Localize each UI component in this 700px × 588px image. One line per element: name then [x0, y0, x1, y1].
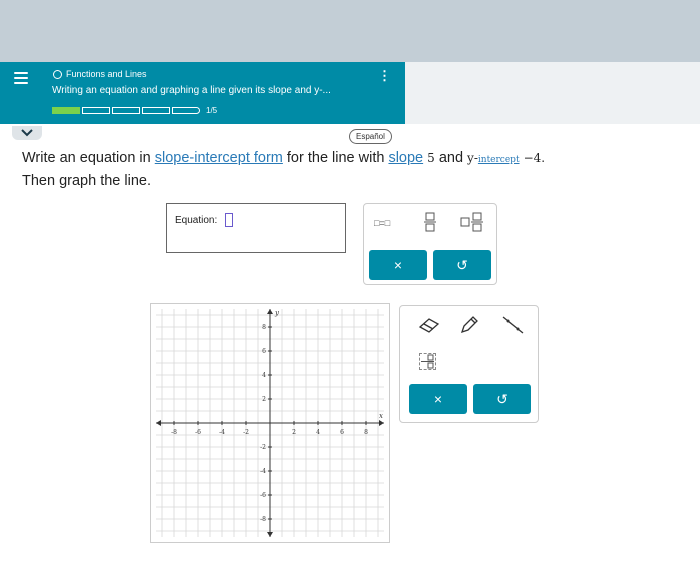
x-tick-label: 6 [340, 429, 344, 436]
coordinate-graph[interactable]: -8 -6 -4 -2 2 4 6 8 8 6 4 2 -2 -4 -6 -8 x y [150, 303, 390, 543]
progress-segment [112, 107, 140, 114]
question-part: and [434, 150, 468, 166]
slope-intercept-form-link[interactable]: slope-intercept form [155, 150, 283, 166]
x-axis-arrow-left [156, 420, 161, 426]
question-line2: Then graph the line. [22, 173, 151, 189]
equals-template-button[interactable]: □=□ [374, 218, 390, 228]
graph-toolbar: × ↺ [399, 305, 539, 423]
topic-circle-icon [53, 70, 62, 79]
topic-title: Functions and Lines [66, 69, 147, 79]
fraction-template-icon[interactable] [424, 212, 436, 234]
y-axis-label: y [274, 309, 280, 317]
eraser-icon[interactable] [417, 316, 441, 339]
equation-input-box[interactable]: Equation: [166, 203, 346, 253]
intercept-value: −4. [523, 151, 546, 165]
y-tick-label: 8 [262, 324, 266, 331]
espanol-button[interactable]: Español [349, 129, 392, 144]
lesson-subtitle: Writing an equation and graphing a line … [52, 85, 331, 96]
y-tick-label: -8 [260, 516, 266, 523]
x-tick-label: -4 [219, 429, 225, 436]
y-tick-label: -2 [260, 444, 266, 451]
x-tick-label: -6 [195, 429, 201, 436]
line-tool-icon[interactable] [500, 314, 526, 341]
progress-segment [52, 107, 80, 114]
x-tick-label: -8 [171, 429, 177, 436]
y-tick-label: 4 [262, 372, 266, 379]
y-prefix: y- [467, 151, 478, 165]
undo-equation-button[interactable]: ↺ [433, 250, 491, 280]
header-background [405, 62, 700, 124]
browser-top-area [0, 0, 700, 62]
equation-toolbar: □=□ × ↺ [363, 203, 497, 285]
clear-equation-button[interactable]: × [369, 250, 427, 280]
slope-link[interactable]: slope [388, 150, 423, 166]
y-tick-label: -4 [260, 468, 266, 475]
menu-icon[interactable] [14, 72, 28, 84]
fraction-coordinate-icon[interactable] [419, 353, 436, 370]
question-part: for the line with [282, 150, 389, 166]
x-axis-label: x [379, 412, 383, 420]
graph-canvas[interactable]: -8 -6 -4 -2 2 4 6 8 8 6 4 2 -2 -4 -6 -8 x y [151, 304, 389, 542]
topic-header: Functions and Lines Writing an equation … [0, 62, 405, 124]
more-options-icon[interactable]: ⋮ [378, 69, 391, 82]
collapse-chevron-icon[interactable] [12, 126, 42, 140]
progress-text: 1/5 [206, 106, 218, 115]
y-tick-label: -6 [260, 492, 266, 499]
equation-label: Equation: [175, 215, 218, 226]
progress-bar: 1/5 [52, 106, 217, 115]
x-tick-label: 8 [364, 429, 368, 436]
x-tick-label: -2 [243, 429, 249, 436]
y-axis-arrow-top [267, 309, 273, 314]
x-tick-label: 2 [292, 429, 296, 436]
x-axis-arrow-right [379, 420, 384, 426]
question-part: Write an equation in [22, 150, 155, 166]
pencil-icon[interactable] [458, 314, 480, 341]
question-text: Write an equation in slope-intercept for… [22, 148, 692, 192]
y-tick-label: 2 [262, 396, 266, 403]
progress-segment [172, 107, 200, 114]
equation-input-cursor[interactable] [225, 213, 233, 227]
progress-segment [82, 107, 110, 114]
y-tick-label: 6 [262, 348, 266, 355]
clear-graph-button[interactable]: × [409, 384, 467, 414]
progress-segment [142, 107, 170, 114]
mixed-number-template-icon[interactable] [460, 212, 484, 234]
intercept-link[interactable]: intercept [478, 155, 520, 165]
y-axis-arrow-bottom [267, 532, 273, 537]
x-tick-label: 4 [316, 429, 320, 436]
undo-graph-button[interactable]: ↺ [473, 384, 531, 414]
slope-value: 5 [427, 151, 435, 165]
